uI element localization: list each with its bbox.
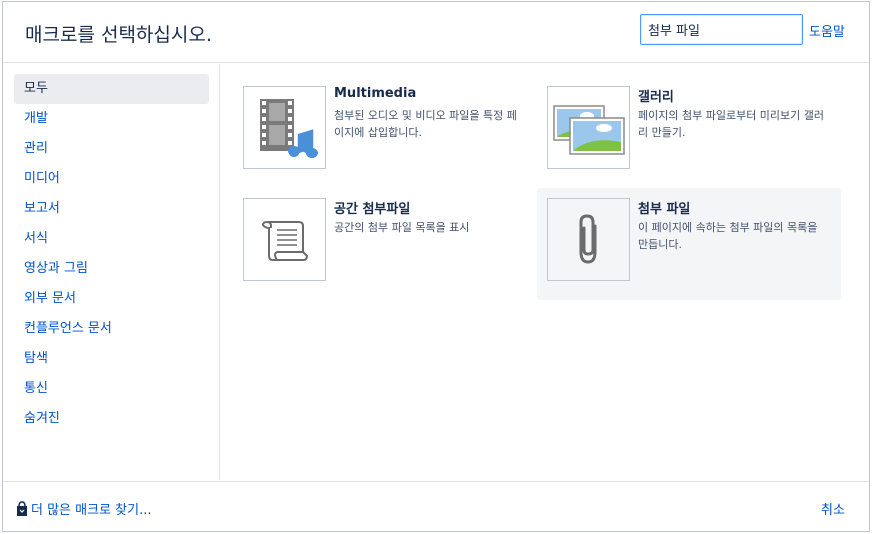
dialog-title: 매크로를 선택하십시오. (25, 24, 212, 46)
category-visuals-images[interactable]: 영상과 그림 (14, 254, 209, 284)
category-all[interactable]: 모두 (14, 74, 209, 104)
category-formatting[interactable]: 서식 (14, 224, 209, 254)
macro-item-space-attachments[interactable]: 공간 첨부파일 공간의 첨부 파일 목록을 표시 (233, 188, 537, 300)
macro-item-attachments[interactable]: 첨부 파일 이 페이지에 속하는 첨부 파일의 목록을 만듭니다. (537, 188, 841, 300)
category-hidden[interactable]: 숨겨진 (14, 404, 209, 434)
category-media[interactable]: 미디어 (14, 164, 209, 194)
macro-item-gallery[interactable]: 갤러리 페이지의 첨부 파일로부터 미리보기 갤러리 만들기. (537, 76, 841, 188)
find-more-macros-link[interactable]: 더 많은 매크로 찾기... (16, 499, 151, 518)
category-external-content[interactable]: 외부 문서 (14, 284, 209, 314)
category-navigation[interactable]: 탐색 (14, 344, 209, 374)
macro-thumbnail (243, 198, 326, 281)
cancel-link[interactable]: 취소 (821, 499, 845, 518)
gallery-icon (552, 104, 625, 155)
macro-thumbnail (547, 86, 630, 169)
category-communication[interactable]: 통신 (14, 374, 209, 404)
scroll-icon (261, 220, 308, 261)
multimedia-icon (259, 98, 318, 158)
macro-browser-dialog: 매크로를 선택하십시오. 도움말 모두 개발 관리 미디어 보고서 서식 영상과… (2, 1, 870, 532)
category-admin[interactable]: 관리 (14, 134, 209, 164)
find-more-macros-label: 더 많은 매크로 찾기... (31, 503, 152, 518)
macro-title: Multimedia (334, 86, 417, 101)
macro-description: 공간의 첨부 파일 목록을 표시 (334, 221, 470, 234)
dialog-header: 매크로를 선택하십시오. 도움말 (3, 2, 869, 63)
category-development[interactable]: 개발 (14, 104, 209, 134)
macro-title: 첨부 파일 (638, 202, 691, 217)
macro-thumbnail (547, 198, 630, 281)
category-reports[interactable]: 보고서 (14, 194, 209, 224)
macro-list: Multimedia 첨부된 오디오 및 비디오 파일을 특정 페이지에 삽입합… (221, 64, 869, 480)
macro-description: 페이지의 첨부 파일로부터 미리보기 갤러리 만들기. (638, 109, 825, 139)
help-link[interactable]: 도움말 (809, 21, 845, 40)
macro-title: 갤러리 (638, 90, 674, 105)
paperclip-icon (579, 213, 596, 264)
macro-description: 첨부된 오디오 및 비디오 파일을 특정 페이지에 삽입합니다. (334, 109, 517, 139)
marketplace-bag-icon (17, 500, 27, 516)
macro-search-input[interactable] (640, 14, 803, 45)
macro-title: 공간 첨부파일 (334, 202, 411, 217)
dialog-footer: 더 많은 매크로 찾기... 취소 (3, 481, 869, 531)
category-confluence-content[interactable]: 컨플루언스 문서 (14, 314, 209, 344)
macro-item-multimedia[interactable]: Multimedia 첨부된 오디오 및 비디오 파일을 특정 페이지에 삽입합… (233, 76, 537, 188)
macro-thumbnail (243, 86, 326, 169)
macro-description: 이 페이지에 속하는 첨부 파일의 목록을 만듭니다. (638, 221, 818, 251)
category-sidebar: 모두 개발 관리 미디어 보고서 서식 영상과 그림 외부 문서 컨플루언스 문… (3, 64, 220, 480)
